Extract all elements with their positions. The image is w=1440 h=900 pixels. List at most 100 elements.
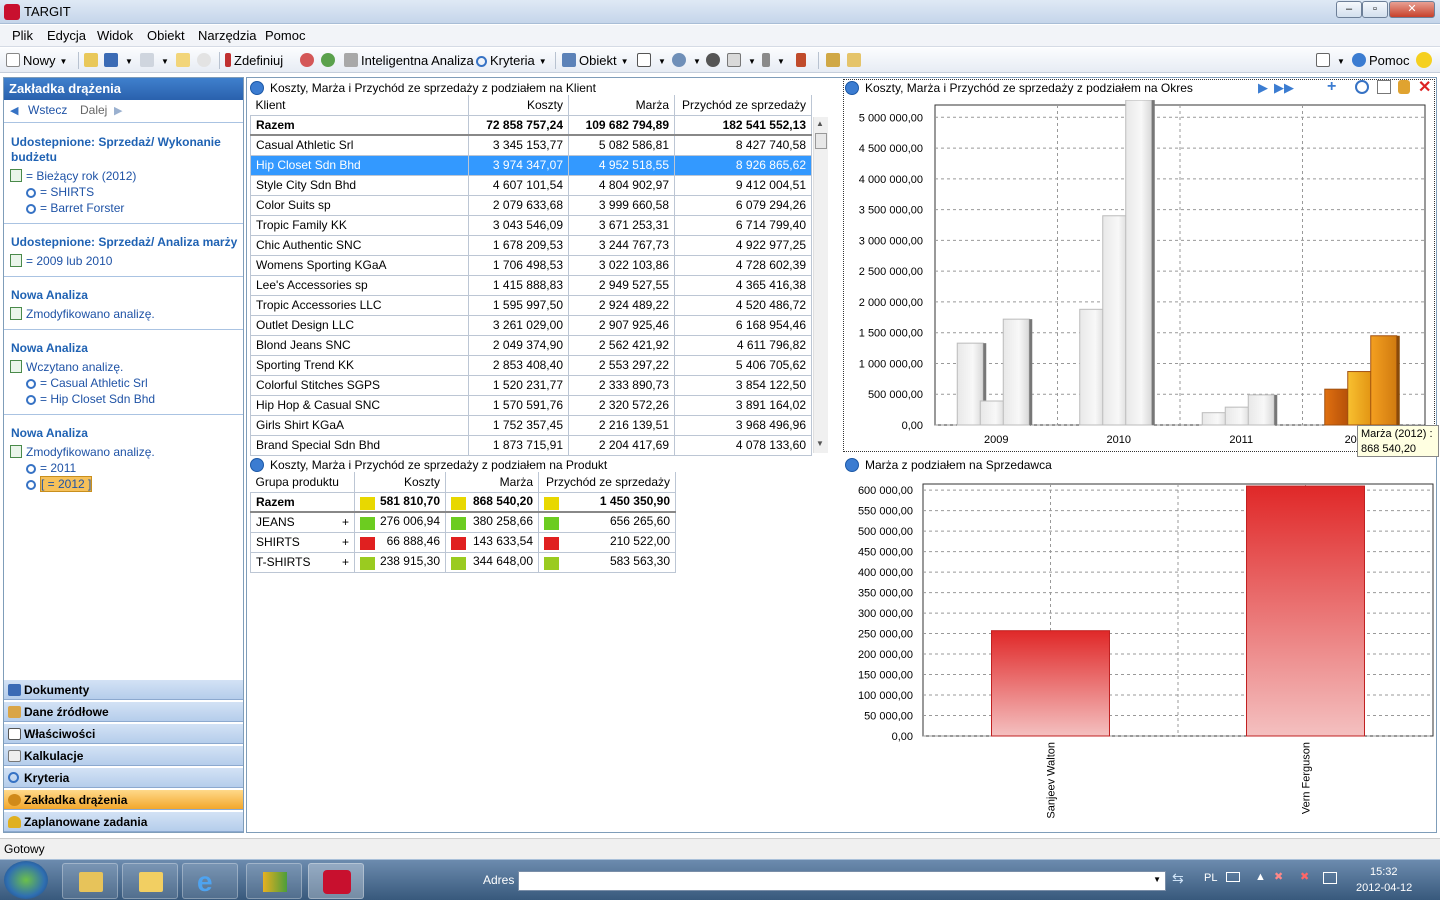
column-header-koszty[interactable]: Koszty — [468, 95, 569, 116]
layout-button[interactable]: ▼ — [727, 52, 756, 69]
column-header-grupa[interactable]: Grupa produktu — [250, 472, 355, 493]
zoom-icon[interactable] — [1355, 80, 1369, 94]
cancel-button[interactable] — [300, 52, 317, 69]
bar[interactable] — [1370, 335, 1398, 426]
back-link[interactable]: Wstecz — [28, 103, 67, 117]
tray-flag-icon[interactable]: ✖ — [1274, 870, 1283, 883]
table1-scrollbar[interactable]: ▲ ▼ — [813, 117, 828, 453]
tab-kryteria[interactable]: Kryteria — [4, 767, 243, 788]
table-row[interactable]: Chic Authentic SNC 1 678 209,53 3 244 767,… — [250, 234, 812, 256]
expand-icon[interactable]: + — [342, 535, 349, 549]
keyboard-icon[interactable] — [1226, 872, 1240, 882]
minimize-button[interactable]: – — [1336, 1, 1362, 18]
history-item[interactable]: = 2011 — [26, 461, 76, 475]
globe-button[interactable]: ▼ — [672, 52, 701, 69]
print-button[interactable]: ▼ — [140, 52, 169, 69]
bar[interactable] — [1125, 100, 1153, 426]
taskbar-chart-app[interactable] — [246, 863, 302, 899]
tab-zakladka-drazenia[interactable]: Zakładka drążenia — [4, 789, 243, 810]
tab-dokumenty[interactable]: Dokumenty — [4, 679, 243, 700]
tab-wlasciwosci[interactable]: Właściwości — [4, 723, 243, 744]
chevron-down-icon[interactable]: ▼ — [1153, 875, 1161, 884]
table-icon[interactable] — [1377, 80, 1391, 94]
object-button[interactable]: Obiekt ▼ — [562, 52, 629, 69]
tab-zaplanowane-zadania[interactable]: Zaplanowane zadania — [4, 811, 243, 832]
menu-narzedzia[interactable]: Narzędzia — [198, 28, 257, 43]
next-icon[interactable]: ▶ — [1258, 80, 1268, 96]
favorite-button[interactable] — [197, 52, 214, 69]
menu-plik[interactable]: Plik — [12, 28, 33, 43]
criteria-button[interactable]: Kryteria ▼ — [476, 52, 547, 69]
options-button[interactable]: ▼ — [1316, 52, 1345, 69]
history-item[interactable]: Zmodyfikowano analizę. — [10, 307, 155, 321]
table-row[interactable]: Colorful Stitches SGPS 1 520 231,77 2 333 … — [250, 374, 812, 396]
table-row[interactable]: Outlet Design LLC 3 261 029,00 2 907 925,4… — [250, 314, 812, 336]
info-icon[interactable] — [250, 81, 264, 95]
bar[interactable] — [1079, 308, 1107, 426]
scrollbar-thumb[interactable] — [815, 133, 827, 149]
column-header-koszty[interactable]: Koszty — [354, 472, 446, 493]
total-row[interactable]: Razem 72 858 757,24 109 682 794,89 182 541 … — [250, 114, 812, 136]
history-item[interactable]: = Bieżący rok (2012) — [10, 169, 136, 183]
lock-icon[interactable] — [1398, 80, 1410, 94]
open-button[interactable] — [84, 52, 101, 69]
scroll-down-icon[interactable]: ▼ — [816, 439, 824, 448]
bar[interactable] — [1224, 406, 1252, 426]
gauge-button[interactable] — [706, 52, 723, 69]
table-row[interactable]: SHIRTS +66 888,46 143 633,54 210 522,00 — [250, 531, 676, 553]
go-icon[interactable]: ⇆ — [1172, 870, 1184, 887]
history-item[interactable]: = Casual Athletic Srl — [26, 376, 148, 390]
total-row[interactable]: Razem 581 810,70 868 540,20 1 450 350,90 — [250, 491, 676, 513]
email-button[interactable] — [176, 52, 193, 69]
tab-kalkulacje[interactable]: Kalkulacje — [4, 745, 243, 766]
add-icon[interactable]: + — [1327, 78, 1336, 96]
menu-obiekt[interactable]: Obiekt — [147, 28, 185, 43]
bar[interactable] — [1247, 394, 1275, 426]
address-input[interactable]: ▼ — [518, 871, 1166, 891]
tab-dane-zrodlowe[interactable]: Dane źródłowe — [4, 701, 243, 722]
tray-up-icon[interactable]: ▲ — [1255, 871, 1266, 883]
history-item[interactable]: = Hip Closet Sdn Bhd — [26, 392, 155, 406]
taskbar-targit[interactable] — [308, 863, 364, 899]
start-button[interactable] — [4, 861, 48, 899]
save-button[interactable]: ▼ — [104, 52, 133, 69]
bar[interactable] — [1324, 388, 1352, 426]
forward-arrow-icon[interactable]: ▶ — [114, 104, 122, 117]
table-row[interactable]: Womens Sporting KGaA 1 706 498,53 3 022 10… — [250, 254, 812, 276]
edit-button[interactable] — [826, 52, 843, 69]
bar[interactable] — [956, 342, 984, 426]
history-item[interactable]: = 2009 lub 2010 — [10, 254, 112, 268]
new-button[interactable]: Nowy ▼ — [6, 52, 67, 69]
table-button[interactable]: ▼ — [637, 52, 666, 69]
column-header-przychod[interactable]: Przychód ze sprzedaży — [538, 472, 676, 493]
info-icon[interactable] — [250, 458, 264, 472]
language-indicator[interactable]: PL — [1204, 872, 1217, 884]
define-button[interactable]: Zdefiniuj — [225, 52, 283, 69]
expand-icon[interactable]: + — [342, 555, 349, 569]
bar[interactable] — [1246, 485, 1365, 737]
history-item-selected[interactable]: [ = 2012 ] — [26, 476, 93, 492]
menu-pomoc[interactable]: Pomoc — [265, 28, 305, 43]
close-button[interactable]: ✕ — [1389, 1, 1435, 18]
table-row[interactable]: Color Suits sp 2 079 633,68 3 999 660,58 6 … — [250, 194, 812, 216]
bar[interactable] — [1102, 215, 1130, 426]
column-header-przychod[interactable]: Przychód ze sprzedaży — [674, 95, 812, 116]
table-row[interactable]: Hip Hop & Casual SNC 1 570 591,76 2 320 57… — [250, 394, 812, 416]
history-item[interactable]: = SHIRTS — [26, 185, 94, 199]
history-item[interactable]: Wczytano analizę. — [10, 360, 123, 374]
bar[interactable] — [991, 630, 1110, 737]
last-icon[interactable]: ▶▶ — [1274, 80, 1294, 96]
table-row[interactable]: Sporting Trend KK 2 853 408,40 2 553 297,2… — [250, 354, 812, 376]
info-icon[interactable] — [845, 458, 859, 472]
scroll-up-icon[interactable]: ▲ — [816, 119, 824, 128]
history-item[interactable]: = Barret Forster — [26, 201, 124, 215]
refresh-button[interactable] — [321, 52, 338, 69]
bar[interactable] — [1002, 318, 1030, 426]
taskbar-explorer[interactable] — [62, 863, 118, 899]
chart-button[interactable] — [796, 52, 809, 69]
bar[interactable] — [1347, 371, 1375, 426]
cup-button[interactable] — [847, 52, 864, 69]
smiley-button[interactable] — [1416, 52, 1435, 69]
tools-button[interactable]: ▼ — [762, 52, 785, 69]
table-row[interactable]: JEANS +276 006,94 380 258,66 656 265,60 — [250, 511, 676, 533]
